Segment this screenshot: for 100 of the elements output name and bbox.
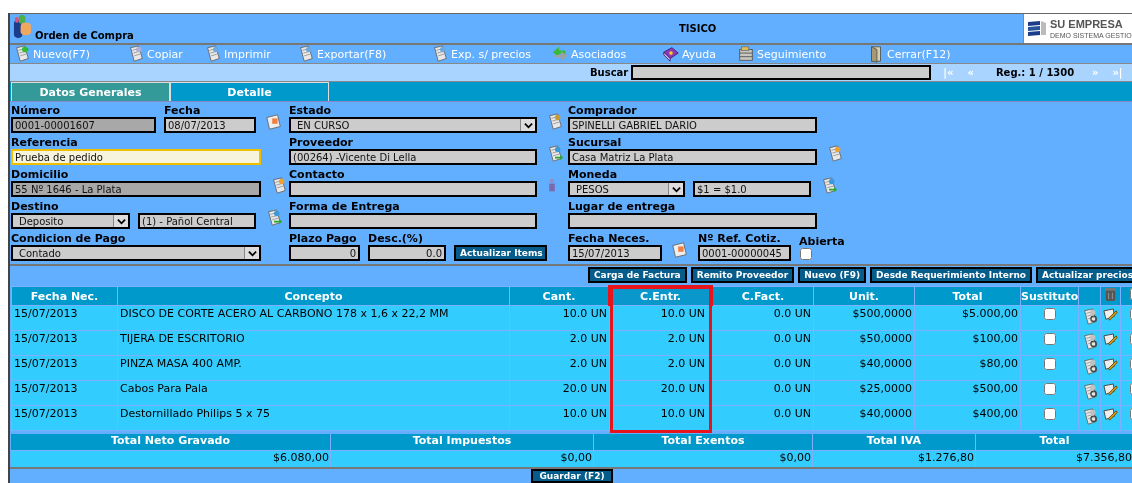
brand-name: SU EMPRESA — [1050, 17, 1124, 31]
field-label: Plazo Pago — [289, 232, 358, 245]
table-cell: 15/07/2013 — [11, 405, 118, 431]
dropdown[interactable]: Deposito — [11, 213, 130, 229]
field-label: Lugar de entrega — [568, 200, 677, 213]
record-counter: Reg.: 1 / 1300 — [995, 67, 1076, 78]
stack-icon — [1026, 18, 1048, 39]
table-cell: PINZA MASA 400 AMP. — [117, 355, 510, 381]
field-label: Condicion de Pago — [11, 232, 127, 245]
column-header: Cant. — [509, 286, 610, 306]
book-icon[interactable] — [661, 45, 681, 63]
field-label: Desc.(%) — [368, 232, 424, 245]
input-field[interactable]: (1) - Pañol Central — [138, 213, 256, 229]
input-field[interactable]: Prueba de pedido — [11, 149, 261, 165]
input-field[interactable]: Casa Matriz La Plata — [568, 149, 817, 165]
pencil-note-icon[interactable] — [1103, 383, 1118, 398]
app-logo-icon — [13, 14, 32, 39]
pencil-note-icon[interactable] — [1103, 408, 1118, 423]
table-cell: $100,00 — [914, 330, 1021, 356]
table-cell: $50,0000 — [813, 330, 915, 356]
action-button[interactable]: Nuevo (F9) — [798, 267, 867, 283]
search-field[interactable] — [631, 65, 932, 80]
checkbox[interactable] — [1044, 308, 1056, 320]
search-label: Buscar — [590, 67, 629, 78]
table-cell: 15/07/2013 — [11, 305, 118, 331]
action-button[interactable]: Actualizar precios — [1035, 267, 1132, 283]
total-value: $6.080,00 — [11, 451, 331, 467]
table-cell: $40,0000 — [813, 405, 915, 431]
table-cell: 2.0 UN — [509, 330, 610, 356]
input-field[interactable]: 55 Nº 1646 - La Plata — [11, 181, 261, 197]
calendar-icon[interactable] — [670, 241, 690, 259]
checkbox[interactable] — [1044, 383, 1056, 395]
field-label: Forma de Entrega — [289, 200, 401, 213]
pencil-note-icon[interactable] — [1103, 333, 1118, 348]
input-field[interactable]: (00264) -Vicente Di Lella — [289, 149, 537, 165]
field-label: Fecha — [164, 104, 202, 117]
chevron-icon[interactable] — [523, 120, 533, 130]
calendar-icon[interactable] — [264, 113, 284, 131]
chevron-icon[interactable] — [247, 248, 257, 258]
totals-header: Total IVA — [813, 434, 976, 451]
field-label: Domicilio — [11, 168, 70, 181]
total-value: $0,00 — [594, 451, 813, 467]
table-cell: 15/07/2013 — [11, 380, 118, 406]
field-label: Proveedor — [289, 136, 354, 149]
table-cell: $500,00 — [914, 380, 1021, 406]
input-field[interactable]: 15/07/2013 — [568, 245, 662, 261]
pencil-note-icon[interactable] — [1103, 358, 1118, 373]
field-label: Comprador — [568, 104, 638, 117]
table-cell: 10.0 UN — [509, 305, 610, 331]
table-cell: Destornillado Philips 5 x 75 — [117, 405, 510, 431]
input-field[interactable] — [289, 213, 537, 229]
update-items-button[interactable]: Actualizar Items — [454, 245, 547, 261]
input-field[interactable]: SPINELLI GABRIEL DARIO — [568, 117, 817, 133]
checkbox[interactable] — [1044, 358, 1056, 370]
trash-icon[interactable] — [1104, 287, 1117, 302]
totals-header: Total Impuestos — [331, 434, 594, 451]
input-field[interactable]: 0 — [289, 245, 360, 261]
totals-header: Total Neto Gravado — [11, 434, 331, 451]
action-button[interactable]: Carga de Factura — [588, 267, 687, 283]
table-cell: $25,0000 — [813, 380, 915, 406]
field-label: Moneda — [568, 168, 619, 181]
totals-header: Total — [976, 434, 1132, 451]
action-button[interactable]: Desde Requerimiento Interno — [870, 267, 1032, 283]
checkbox[interactable] — [1044, 333, 1056, 345]
table-cell: 0.0 UN — [711, 330, 814, 356]
dropdown[interactable]: EN CURSO — [289, 117, 537, 133]
input-field[interactable]: 0001-00000045 — [698, 245, 791, 261]
table-cell: 2.0 UN — [509, 355, 610, 381]
checkbox[interactable] — [800, 248, 812, 260]
table-cell: 10.0 UN — [509, 405, 610, 431]
pencil-note-icon[interactable] — [1103, 308, 1118, 323]
field-label: Abierta — [799, 235, 845, 248]
dropdown[interactable]: PESOS — [568, 181, 685, 197]
checkbox[interactable] — [1044, 408, 1056, 420]
table-cell: 0.0 UN — [711, 355, 814, 381]
column-header: Total — [914, 286, 1021, 306]
input-field[interactable]: 0.0 — [368, 245, 446, 261]
table-cell: $400,00 — [914, 405, 1021, 431]
column-header: Unit. — [813, 286, 915, 306]
dropdown[interactable]: Contado — [11, 245, 261, 261]
table-cell: $40,0000 — [813, 355, 915, 381]
field-label: Contacto — [289, 168, 346, 181]
table-cell: TIJERA DE ESCRITORIO — [117, 330, 510, 356]
total-value: $1.276,80 — [813, 451, 976, 467]
total-value: $7.356,80 — [976, 451, 1132, 467]
action-button[interactable]: Remito Proveedor — [690, 267, 795, 283]
input-field[interactable] — [289, 181, 537, 197]
field-label: Fecha Neces. — [568, 232, 651, 245]
table-cell: Cabos Para Pala — [117, 380, 510, 406]
cabinet-icon[interactable] — [736, 45, 756, 63]
input-field[interactable]: $1 = $1.0 — [693, 181, 811, 197]
table-cell: $80,00 — [914, 355, 1021, 381]
input-field[interactable]: 0001-00001607 — [11, 117, 156, 133]
chevron-icon[interactable] — [116, 216, 126, 226]
input-field[interactable]: 08/07/2013 — [164, 117, 256, 133]
table-cell: 0.0 UN — [711, 405, 814, 431]
column-header: Sustituto — [1020, 286, 1079, 306]
input-field[interactable] — [568, 213, 817, 229]
chevron-icon[interactable] — [671, 184, 681, 194]
save-button[interactable]: Guardar (F2) — [531, 469, 613, 483]
